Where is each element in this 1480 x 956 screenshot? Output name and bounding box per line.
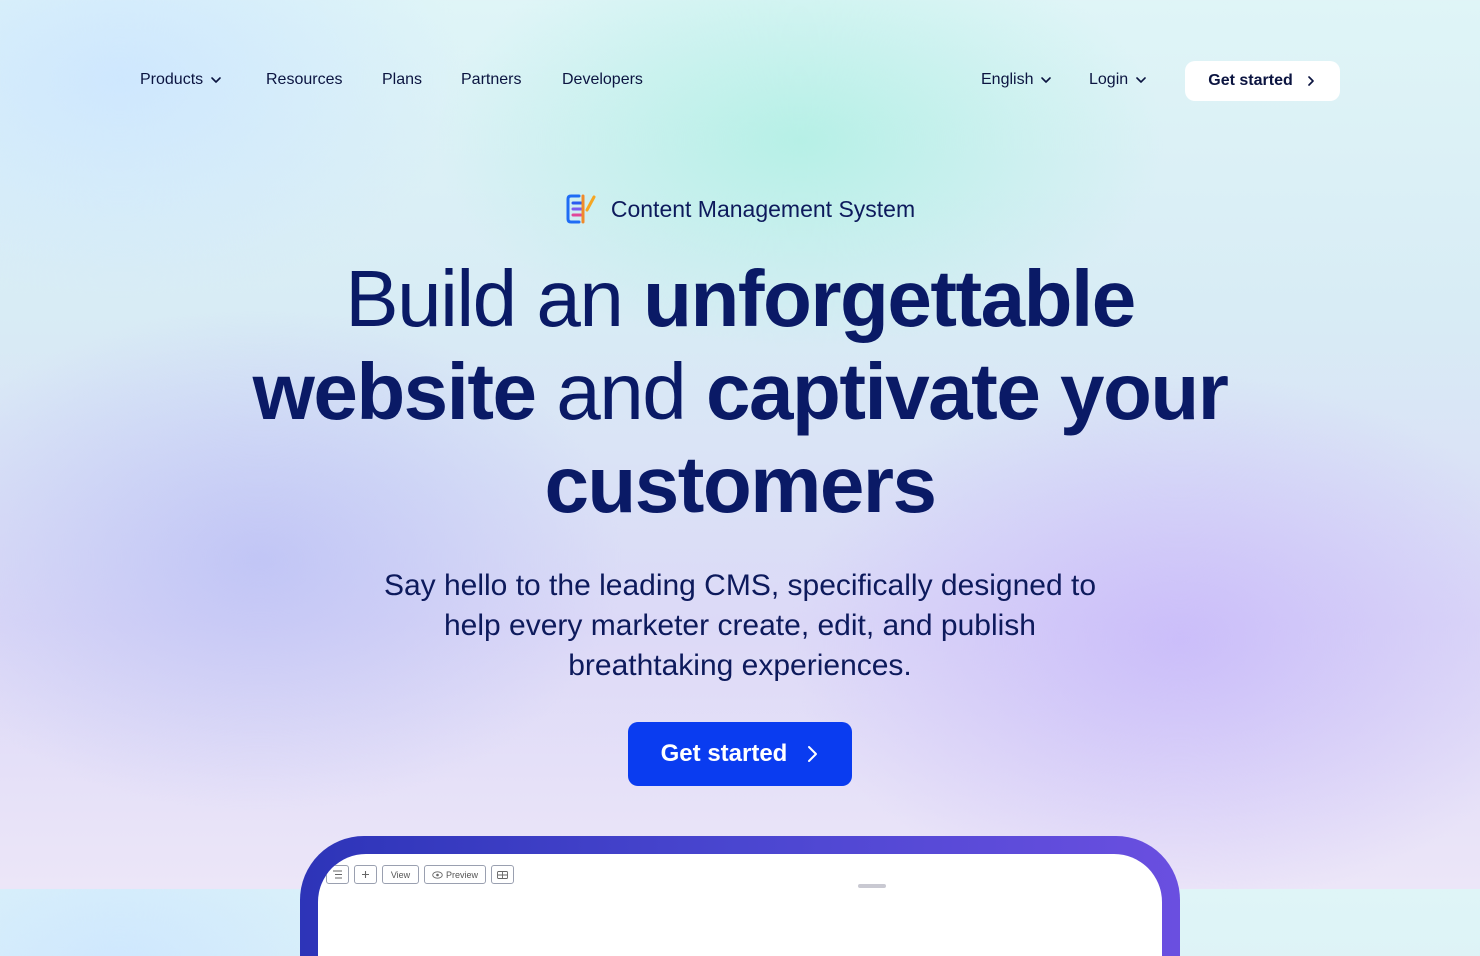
product-preview-screen: View Preview: [318, 854, 1162, 956]
subheadline-line: help every marketer create, edit, and pu…: [444, 609, 1036, 642]
hero-cta-label: Get started: [660, 740, 788, 767]
headline-emphasis: captivate your: [705, 347, 1229, 436]
nav-item-label: Products: [140, 71, 204, 88]
nav-item-label: Resources: [266, 71, 343, 88]
headline-emphasis: website: [252, 347, 537, 436]
layout-icon: [497, 870, 508, 879]
product-preview-frame: View Preview: [300, 836, 1180, 956]
badge-text: Content Management System: [610, 195, 916, 222]
nav-item-label: Plans: [382, 71, 423, 88]
view-button[interactable]: View: [382, 865, 419, 884]
chevron-down-icon: [1041, 77, 1052, 83]
subheadline-line: breathtaking experiences.: [568, 649, 912, 682]
chevron-right-icon: [808, 746, 818, 762]
nav-cta-label: Get started: [1208, 72, 1293, 89]
cms-logo-icon: [566, 194, 596, 224]
view-label: View: [390, 869, 411, 880]
subheadline-line: Say hello to the leading CMS, specifical…: [383, 569, 1097, 602]
drag-handle[interactable]: [858, 884, 886, 888]
nav-item-developers[interactable]: Developers: [562, 71, 643, 89]
chevron-down-icon: [1136, 77, 1146, 83]
list-icon: [333, 870, 342, 879]
preview-label: Preview: [445, 869, 478, 880]
language-label: English: [981, 71, 1034, 88]
headline-emphasis: unforgettable: [643, 254, 1136, 343]
layout-button[interactable]: [491, 865, 514, 884]
eye-icon: [432, 870, 443, 879]
headline-emphasis: customers: [544, 440, 937, 529]
nav-get-started-button[interactable]: Get started: [1185, 61, 1340, 101]
language-selector[interactable]: English: [981, 71, 1053, 89]
product-badge: Content Management System: [0, 192, 1480, 226]
nav-item-label: Developers: [562, 71, 643, 88]
hero-subheadline: Say hello to the leading CMS, specifical…: [340, 566, 1140, 686]
hero-get-started-button[interactable]: Get started: [628, 722, 852, 786]
nav-item-partners[interactable]: Partners: [461, 71, 521, 89]
nav-item-plans[interactable]: Plans: [382, 71, 422, 89]
chevron-right-icon: [1307, 76, 1314, 86]
nav-item-products[interactable]: Products: [140, 71, 223, 89]
login-label: Login: [1089, 71, 1129, 88]
login-menu[interactable]: Login: [1089, 71, 1148, 89]
nav-item-resources[interactable]: Resources: [266, 71, 342, 89]
list-view-button[interactable]: [326, 865, 349, 884]
hero-headline: Build an unforgettable website and capti…: [200, 252, 1280, 531]
headline-part: and: [535, 347, 706, 436]
add-button[interactable]: [354, 865, 377, 884]
headline-part: Build an: [345, 254, 644, 343]
top-navigation: Products Resources Plans Partners Develo…: [0, 0, 1480, 162]
chevron-down-icon: [211, 77, 221, 83]
plus-icon: [362, 871, 369, 878]
nav-item-label: Partners: [461, 71, 522, 88]
preview-button[interactable]: Preview: [424, 865, 486, 884]
